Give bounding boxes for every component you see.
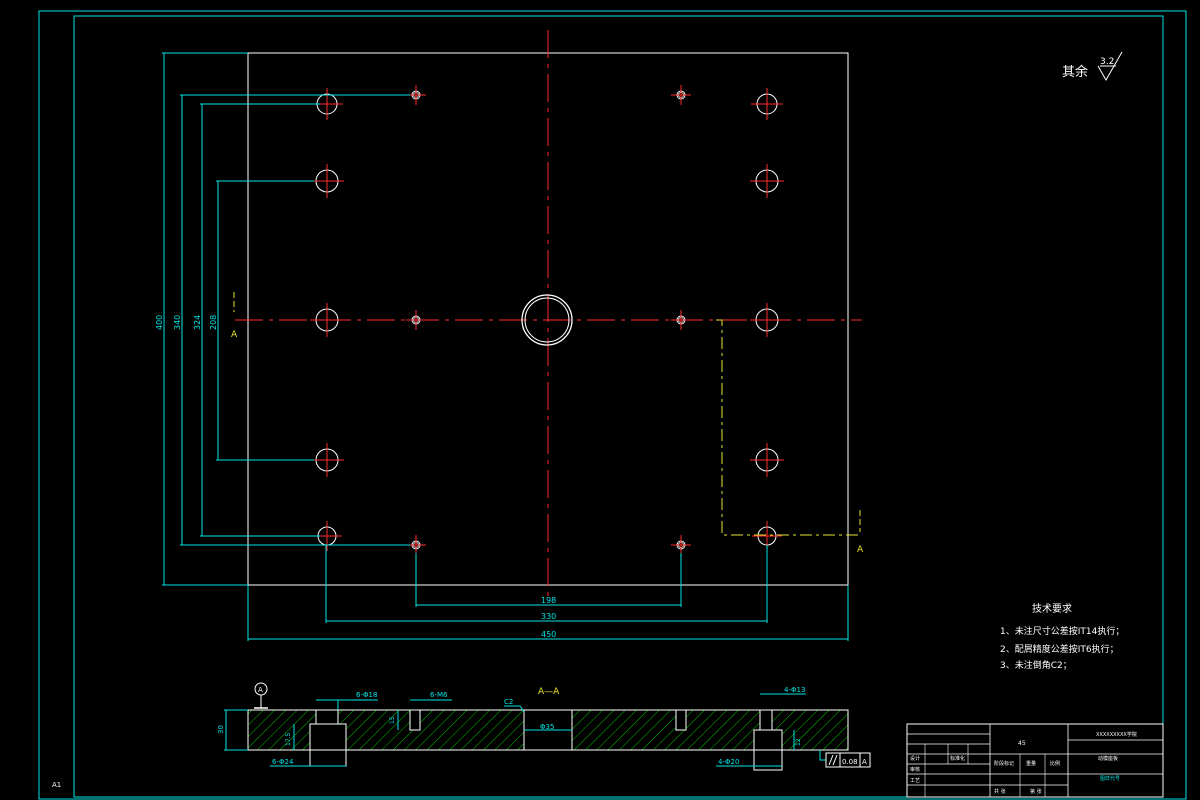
- callout-bore-35: Φ35: [540, 723, 554, 731]
- drawing-canvas: A A 400 340 324 208 198 330 450 其余 3.2 技…: [38, 10, 1187, 800]
- tb-part-name: 动模座板: [1098, 755, 1118, 762]
- dim-text-198: 198: [541, 596, 556, 605]
- dim-text-30: 30: [217, 725, 225, 734]
- tech-req-item-3: 3、未注倒角C2；: [1000, 659, 1072, 671]
- dim-text-17-5: 17.5: [285, 732, 292, 746]
- tb-process: 工艺: [910, 778, 920, 784]
- tb-sheets: 共 张: [994, 788, 1006, 795]
- title-block: 45 XXXXXXXXX学院 动模座板 图样代号 阶段标记 重量 比例 设计 标…: [906, 723, 1164, 798]
- section-cutout-tap-left: [410, 710, 420, 730]
- section-cutout-tap-right: [676, 710, 686, 730]
- roughness-note: 其余: [1062, 64, 1088, 80]
- dim-text-400: 400: [155, 315, 164, 330]
- tb-stage: 阶段标记: [994, 760, 1014, 767]
- datum-label: A: [258, 686, 263, 694]
- callout-c2: C2: [504, 698, 513, 706]
- sheet-size-label: A1: [52, 781, 61, 789]
- tb-title-cell: XXXXXXXXX学院: [1096, 731, 1137, 738]
- tolerance-leader: [819, 750, 826, 761]
- tb-material: 45: [1018, 740, 1026, 747]
- cad-drawing-sheet: A A 400 340 324 208 198 330 450 其余 3.2 技…: [0, 0, 1200, 800]
- tb-scale: 比例: [1050, 760, 1060, 767]
- callout-6-18: 6-Φ18: [356, 691, 377, 699]
- section-cutout-hole-right: [760, 710, 772, 730]
- tb-audit: 审核: [910, 766, 920, 773]
- tolerance-datum: A: [862, 758, 867, 766]
- tb-drawing-no: 图样代号: [1100, 775, 1120, 782]
- sheet-outer-frame: [38, 10, 1187, 800]
- tech-req-title: 技术要求: [1032, 602, 1072, 615]
- tb-weight: 重量: [1026, 760, 1036, 767]
- sheet-inner-frame: [73, 15, 1164, 798]
- tolerance-value: 0.08: [842, 758, 858, 766]
- callout-6-m6: 6-M6: [430, 691, 448, 699]
- section-label-left: A: [231, 330, 238, 340]
- tb-page: 第 张: [1030, 788, 1042, 795]
- tb-design: 设计: [910, 755, 920, 762]
- section-title: A—A: [538, 687, 560, 697]
- section-cutout-hole-left: [310, 724, 346, 766]
- roughness-value: 3.2: [1100, 57, 1114, 67]
- dim-text-324: 324: [193, 315, 202, 330]
- dim-text-208: 208: [209, 315, 218, 330]
- dim-text-15: 15: [389, 716, 396, 724]
- tb-std: 标准化: [950, 755, 965, 762]
- callout-4-13: 4-Φ13: [784, 686, 805, 694]
- parallelism-icon-2: [832, 754, 838, 766]
- callout-4-20: 4-Φ20: [718, 758, 739, 766]
- dim-text-450: 450: [541, 630, 556, 639]
- dim-text-12: 12: [795, 738, 802, 746]
- tech-req-item-1: 1、未注尺寸公差按IT14执行；: [1000, 625, 1124, 637]
- dim-text-340: 340: [173, 315, 182, 330]
- section-view: [247, 709, 849, 771]
- dim-text-330: 330: [541, 612, 556, 621]
- callout-6-24: 6-Φ24: [272, 758, 294, 766]
- section-label-right: A: [857, 545, 864, 555]
- tech-req-item-2: 2、配屑精度公差按IT6执行；: [1000, 643, 1119, 655]
- parallelism-icon: [828, 754, 834, 766]
- section-cutout-counterbore-left: [316, 710, 338, 724]
- section-path-line: [716, 319, 860, 536]
